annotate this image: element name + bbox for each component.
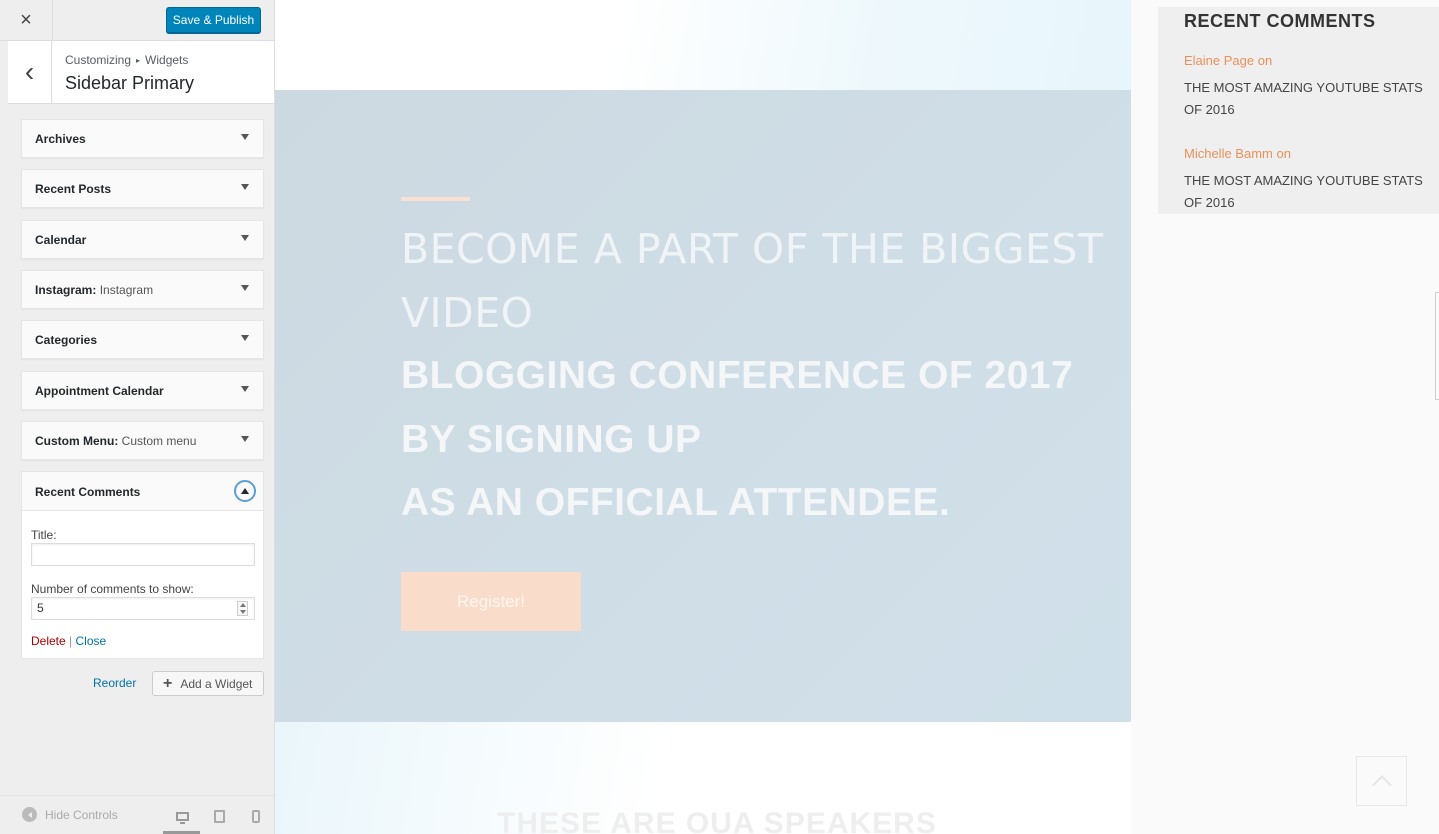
customizer-panel: × Save & Publish ‹ Customizing ▸ Widgets S…: [0, 0, 275, 834]
add-widget-button[interactable]: + Add a Widget: [152, 671, 264, 696]
title-field-label: Title:: [31, 528, 57, 542]
hero-line-bold-3: AS AN OFFICIAL ATTENDEE.: [401, 481, 951, 524]
site-preview: BECOME A PART OF THE BIGGEST VIDEO BLOGG…: [275, 0, 1439, 834]
widget-subtitle: Custom menu: [121, 434, 197, 448]
back-button[interactable]: ‹: [8, 41, 52, 103]
collapse-widget-button[interactable]: [234, 480, 256, 502]
number-of-comments-input[interactable]: 5: [31, 597, 255, 620]
widget-instagram[interactable]: Instagram: Instagram: [21, 270, 264, 309]
widget-calendar[interactable]: Calendar: [21, 220, 264, 259]
preview-top-band: [275, 0, 1131, 90]
widget-appointment-calendar[interactable]: Appointment Calendar: [21, 371, 264, 410]
hero-section: BECOME A PART OF THE BIGGEST VIDEO BLOGG…: [275, 90, 1131, 722]
preview-sidebar: RECENT COMMENTS Elaine Page on THE MOST …: [1131, 0, 1439, 834]
widget-subtitle: Instagram: [99, 283, 154, 297]
widget-title: Recent Comments: [35, 485, 141, 499]
close-widget-link[interactable]: Close: [76, 634, 107, 648]
side-edge-tab[interactable]: [1435, 292, 1439, 400]
reorder-widgets-link[interactable]: Reorder: [93, 676, 136, 690]
hero-accent-line: [401, 197, 470, 201]
widget-archives[interactable]: Archives: [21, 119, 264, 158]
chevron-down-icon[interactable]: [241, 335, 249, 341]
customizer-footer: Hide Controls: [0, 795, 274, 834]
comment-author-link[interactable]: Michelle Bamm on: [1184, 146, 1291, 161]
breadcrumb-widgets: Widgets: [145, 53, 189, 67]
add-widget-label: Add a Widget: [180, 676, 253, 691]
desktop-icon: [175, 811, 189, 824]
comment-post-link[interactable]: THE MOST AMAZING YOUTUBE STATS OF 2016: [1184, 170, 1439, 214]
comment-post-link[interactable]: THE MOST AMAZING YOUTUBE STATS OF 2016: [1184, 77, 1439, 121]
actions-separator: |: [69, 634, 73, 648]
widget-title: Categories: [35, 333, 98, 347]
comment-author-link[interactable]: Elaine Page on: [1184, 53, 1272, 68]
title-field[interactable]: [31, 543, 255, 566]
chevron-down-icon[interactable]: [241, 386, 249, 392]
widget-actions: Delete | Close: [31, 634, 106, 648]
hide-controls-label: Hide Controls: [45, 807, 118, 822]
device-mobile-button[interactable]: [244, 805, 268, 827]
widget-recent-posts[interactable]: Recent Posts: [21, 169, 264, 208]
hero-line-light-2: VIDEO: [401, 289, 534, 337]
widget-title: Archives: [35, 132, 86, 146]
plus-icon: +: [163, 674, 173, 692]
hero-line-bold-1: BLOGGING CONFERENCE OF 2017: [401, 354, 1074, 397]
close-customizer-button[interactable]: ×: [0, 0, 53, 41]
speakers-heading: THESE ARE OUA SPEAKERS: [497, 807, 937, 834]
widget-title: Recent Posts: [35, 182, 112, 196]
recent-comments-widget: RECENT COMMENTS Elaine Page on THE MOST …: [1158, 7, 1439, 214]
save-publish-button[interactable]: Save & Publish: [166, 7, 261, 33]
number-field-label: Number of comments to show:: [31, 582, 194, 596]
delete-widget-link[interactable]: Delete: [31, 634, 66, 648]
breadcrumb: Customizing ▸ Widgets: [65, 53, 188, 67]
chevron-up-icon: [1371, 775, 1392, 795]
chevron-down-icon[interactable]: [241, 134, 249, 140]
hide-controls-button[interactable]: Hide Controls: [22, 807, 118, 822]
chevron-down-icon[interactable]: [241, 235, 249, 241]
breadcrumb-separator-icon: ▸: [136, 56, 141, 65]
chevron-down-icon[interactable]: [241, 436, 249, 442]
close-icon: ×: [20, 9, 32, 31]
number-value: 5: [37, 601, 44, 615]
widget-title: Custom Menu:: [35, 434, 119, 448]
widget-title: Instagram:: [35, 283, 97, 297]
scroll-to-top-button[interactable]: [1356, 756, 1407, 806]
widget-recent-comments-header[interactable]: Recent Comments: [22, 472, 263, 511]
mobile-icon: [252, 809, 260, 823]
chevron-left-icon: ‹: [24, 56, 35, 87]
tablet-icon: [213, 809, 225, 823]
collapse-arrow-icon: [22, 807, 37, 822]
register-button[interactable]: Register!: [401, 572, 581, 631]
hero-line-bold-2: BY SIGNING UP: [401, 418, 702, 461]
device-desktop-button[interactable]: [170, 805, 194, 827]
section-title: Sidebar Primary: [65, 73, 195, 93]
device-tablet-button[interactable]: [207, 805, 231, 827]
widget-custom-menu[interactable]: Custom Menu: Custom menu: [21, 421, 264, 460]
chevron-down-icon[interactable]: [241, 184, 249, 190]
chevron-up-icon: [241, 488, 249, 494]
section-header: ‹ Customizing ▸ Widgets Sidebar Primary: [8, 41, 274, 104]
hero-line-light-1: BECOME A PART OF THE BIGGEST: [401, 225, 1104, 273]
widget-title: Calendar: [35, 233, 87, 247]
breadcrumb-customizing: Customizing: [65, 53, 132, 67]
widget-title: Appointment Calendar: [35, 384, 164, 398]
customizer-header: × Save & Publish: [0, 0, 274, 41]
chevron-down-icon[interactable]: [241, 285, 249, 291]
widget-recent-comments: Recent Comments Title: Number of comment…: [21, 471, 264, 659]
number-spinner-icon[interactable]: [237, 601, 248, 616]
recent-comments-heading: RECENT COMMENTS: [1184, 11, 1376, 31]
widget-categories[interactable]: Categories: [21, 320, 264, 359]
